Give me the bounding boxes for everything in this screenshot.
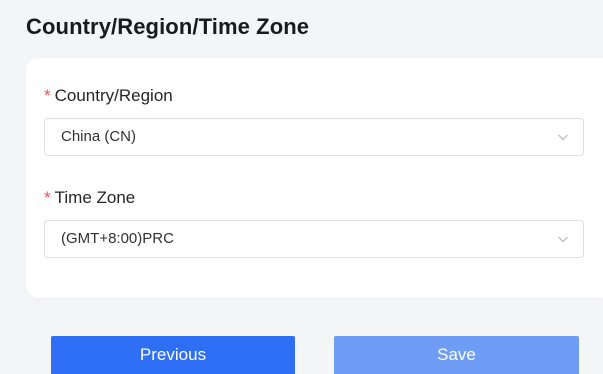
previous-button[interactable]: Previous <box>51 336 295 374</box>
time-zone-label: * Time Zone <box>44 188 135 208</box>
country-region-label-text: Country/Region <box>54 86 173 105</box>
chevron-down-icon <box>558 134 568 141</box>
time-zone-value: (GMT+8:00)PRC <box>61 230 174 247</box>
save-button[interactable]: Save <box>334 336 579 374</box>
required-mark: * <box>44 188 51 207</box>
chevron-down-icon <box>558 236 568 243</box>
country-region-label: * Country/Region <box>44 86 173 106</box>
time-zone-label-text: Time Zone <box>54 188 136 207</box>
required-mark: * <box>44 86 51 105</box>
time-zone-select[interactable]: (GMT+8:00)PRC <box>44 220 584 258</box>
country-region-select[interactable]: China (CN) <box>44 118 584 156</box>
settings-card: * Country/Region China (CN) * Time Zone (G… <box>26 58 603 298</box>
page-title: Country/Region/Time Zone <box>26 14 310 39</box>
country-region-value: China (CN) <box>61 128 137 145</box>
